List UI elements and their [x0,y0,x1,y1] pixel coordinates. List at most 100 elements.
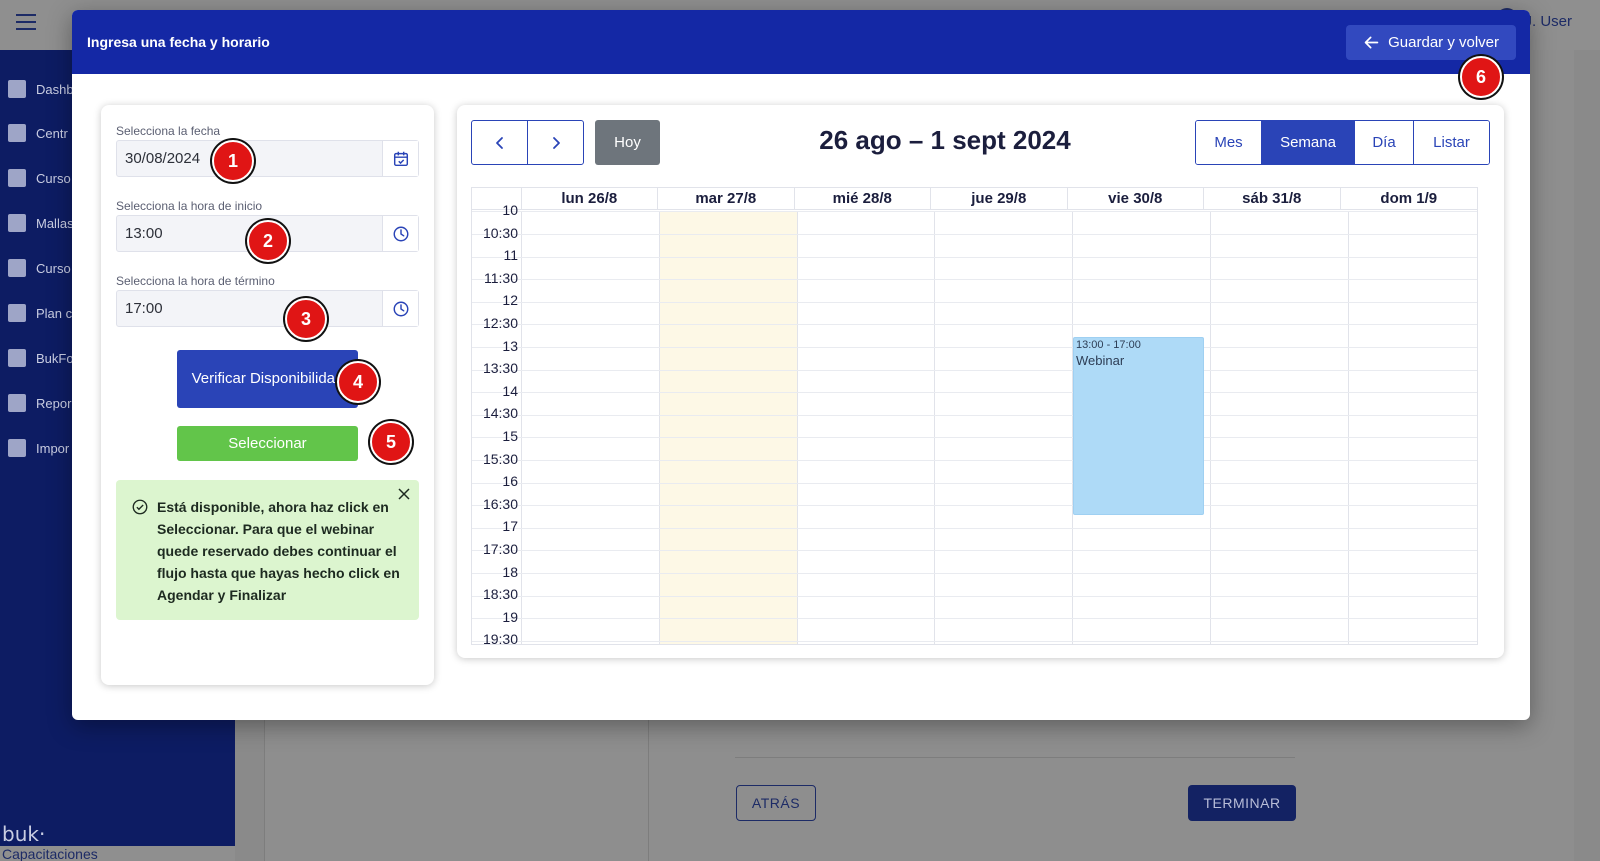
time-label: 19:30 [482,631,518,645]
step-marker: 1 [212,140,254,182]
previous-week-button[interactable] [471,120,528,165]
clipboard-icon [8,349,26,367]
event-time: 13:00 - 17:00 [1076,339,1141,351]
sidebar-item[interactable]: Plan c [8,302,72,324]
end-time-picker-button[interactable] [382,291,418,326]
select-button[interactable]: Seleccionar [177,426,358,461]
time-grid-body[interactable]: 10 10:30 11 11:30 12 12:30 13 13:30 14 14:30 15 15:… [472,202,1477,645]
modal-header: Ingresa una fecha y horario Guardar y vo… [72,10,1530,74]
view-week-button[interactable]: Semana [1262,121,1355,164]
time-slot-line [472,437,1477,439]
day-column[interactable] [1349,211,1477,644]
day-header: mar 27/8 [658,188,795,209]
start-time-picker-button[interactable] [382,216,418,251]
availability-alert: Está disponible, ahora haz click en Sele… [116,480,419,620]
clock-icon [393,301,408,316]
sidebar-item[interactable]: Repor [8,392,71,414]
chevron-right-icon [552,136,560,149]
time-label: 12:30 [482,315,518,331]
end-time-value[interactable]: 17:00 [117,291,382,326]
day-header: lun 26/8 [522,188,659,209]
time-label: 11:30 [484,269,518,286]
day-column[interactable] [1211,211,1349,644]
view-month-button[interactable]: Mes [1196,121,1262,164]
date-label: Selecciona la fecha [116,124,221,138]
logo: buk· [2,822,46,846]
sidebar-item[interactable]: BukFo [8,347,74,369]
calendar-picker-button[interactable] [382,141,418,176]
upload-icon [8,439,26,457]
time-slot-line [472,346,1477,348]
time-slot-line [472,527,1477,529]
end-time-field[interactable]: 17:00 [116,290,419,327]
video-icon [8,169,26,187]
view-list-button[interactable]: Listar [1414,121,1489,164]
time-label: 10:30 [482,224,518,241]
finish-button[interactable]: TERMINAR [1188,785,1296,821]
sidebar-item[interactable]: Curso [8,167,71,189]
back-button[interactable]: ATRÁS [736,785,816,821]
view-day-button[interactable]: Día [1355,121,1414,164]
view-switcher: Mes Semana Día Listar [1195,120,1490,165]
day-column[interactable] [522,211,660,644]
time-label: 15 [502,428,518,444]
report-icon [8,394,26,412]
time-label: 14:30 [482,405,518,422]
time-label: 18 [502,563,518,580]
time-label: 11 [503,247,518,264]
time-slot-line [472,572,1477,574]
day-column[interactable] [935,211,1074,644]
divider [648,705,649,861]
time-slot-line [472,595,1477,597]
grid-icon [8,124,26,142]
time-slot-line [472,459,1477,461]
sidebar-item[interactable]: Impor [8,437,69,459]
today-button[interactable]: Hoy [595,120,660,165]
calendar-title: 26 ago – 1 sept 2024 [819,125,1071,155]
week-grid: lun 26/8 mar 27/8 mié 28/8 jue 29/8 vie … [471,187,1478,645]
arrow-left-icon [1364,36,1379,48]
chart-icon [8,304,26,322]
modal-title: Ingresa una fecha y horario [87,34,270,50]
calendar-event[interactable]: 13:00 - 17:00 Webinar [1073,337,1204,515]
alert-message: Está disponible, ahora haz click en Sele… [157,499,400,603]
time-label: 18:30 [482,586,518,603]
sidebar-item[interactable]: Dashb [8,78,74,100]
calendar-panel: Hoy 26 ago – 1 sept 2024 Mes Semana Día … [457,105,1504,658]
day-column[interactable] [798,211,936,644]
step-marker: 3 [285,298,327,340]
time-label: 17 [502,518,518,535]
time-label: 16:30 [482,495,518,512]
time-slot-line [472,301,1477,303]
date-field[interactable]: 30/08/2024 [116,140,419,177]
logo-subtitle: Capacitaciones [0,846,235,861]
sidebar-item[interactable]: Centr [8,122,68,144]
time-slot-line [472,256,1477,258]
time-slot-line [472,414,1477,416]
sidebar-item[interactable]: Mallas [8,212,74,234]
sidebar-item[interactable]: Curso [8,257,71,279]
book-icon [8,214,26,232]
day-header: sáb 31/8 [1204,188,1341,209]
time-label: 17:30 [482,541,518,557]
close-icon[interactable] [397,487,411,501]
save-and-return-label: Guardar y volver [1388,33,1499,51]
step-marker: 6 [1460,56,1502,98]
day-header: dom 1/9 [1380,190,1438,207]
day-column[interactable] [659,211,798,644]
time-slot-line [472,640,1477,642]
time-slot-line [472,324,1477,326]
save-and-return-button[interactable]: Guardar y volver [1346,24,1516,60]
time-label: 10 [502,202,518,218]
time-label: 12 [502,292,518,309]
menu-icon[interactable] [16,14,36,30]
user-name[interactable]: J. User [1524,13,1572,30]
start-time-label: Selecciona la hora de inicio [116,199,263,213]
time-label: 19 [502,608,518,625]
event-title: Webinar [1076,353,1125,368]
date-time-form: Selecciona la fecha 30/08/2024 Seleccion… [101,105,434,685]
time-label: 13 [502,337,518,354]
verify-availability-button[interactable]: Verificar Disponibilidad [177,350,358,408]
time-slot-line [472,618,1477,620]
next-week-button[interactable] [527,120,584,165]
